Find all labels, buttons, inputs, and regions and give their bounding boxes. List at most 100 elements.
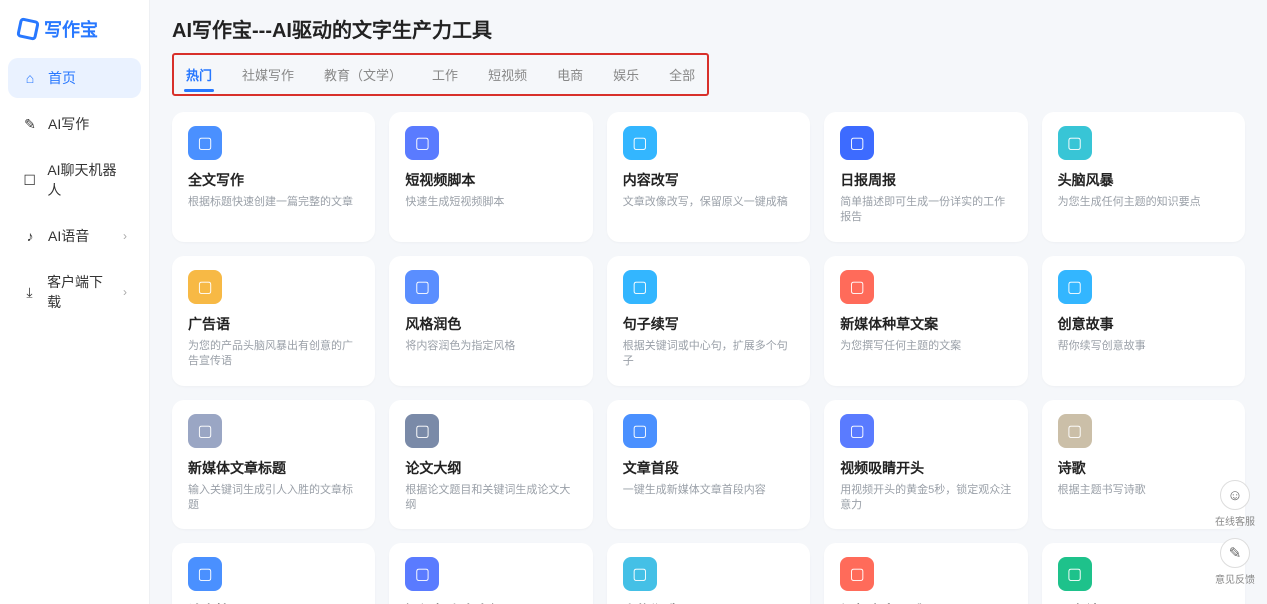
tab-3[interactable]: 工作 xyxy=(430,59,460,94)
sidebar-item-4[interactable]: ⤓客户端下载› xyxy=(8,262,141,322)
tool-card-1[interactable]: ▢ 短视频脚本快速生成短视频脚本 xyxy=(389,112,592,242)
headset-icon: ☺ xyxy=(1220,480,1250,510)
tool-card-12[interactable]: ▢文章首段一键生成新媒体文章首段内容 xyxy=(607,400,810,530)
card-title: 广告语 xyxy=(188,314,359,334)
sidebar-nav: ⌂ 首页 ✎ AI写作 ☐ AI聊天机器人 ♪ AI语音 › ⤓ 客户端下载 › xyxy=(8,58,141,322)
tool-card-16[interactable]: ▢短视频脚本大纲生成VLOG、口播稿等短视频的拍摄大纲 xyxy=(389,543,592,604)
tab-6[interactable]: 娱乐 xyxy=(611,59,641,94)
tool-card-8[interactable]: ▢ 新媒体种草文案为您撰写任何主题的文案 xyxy=(824,256,1027,386)
card-desc: 文章改像改写，保留原义一键成稿 xyxy=(623,195,794,210)
tab-1[interactable]: 社媒写作 xyxy=(240,59,296,94)
sidebar-item-2[interactable]: ☐ AI聊天机器人 xyxy=(8,150,141,210)
customer-service-button[interactable]: ☺ 在线客服 xyxy=(1215,480,1255,528)
card-title: 全文写作 xyxy=(188,170,359,190)
tab-5[interactable]: 电商 xyxy=(555,59,585,94)
card-title: 日报周报 xyxy=(840,170,1011,190)
logo-mark-icon xyxy=(16,17,40,41)
download-icon: ⤓ xyxy=(22,284,37,300)
card-title: 短视频脚本 xyxy=(405,170,576,190)
sidebar-item-label: AI写作 xyxy=(48,114,89,134)
card-desc: 为您的产品头脑风暴出有创意的广告宣传语 xyxy=(188,339,359,370)
tool-card-4[interactable]: ▢ 头脑风暴为您生成任何主题的知识要点 xyxy=(1042,112,1245,242)
card-title: 风格润色 xyxy=(405,314,576,334)
feedback-button[interactable]: ✎ 意见反馈 xyxy=(1215,538,1255,586)
sidebar-item-label: 首页 xyxy=(48,68,76,88)
tool-card-5[interactable]: ▢ 广告语为您的产品头脑风暴出有创意的广告宣传语 xyxy=(172,256,375,386)
style-icon: ▢ xyxy=(405,270,439,304)
card-grid: ▢ 全文写作根据标题快速创建一篇完整的文章 ▢ 短视频脚本快速生成短视频脚本 ▢ 内容改写… xyxy=(172,112,1245,604)
report-icon: ▢ xyxy=(840,126,874,160)
home-icon: ⌂ xyxy=(22,70,38,86)
card-title: 文章首段 xyxy=(623,458,794,478)
card-title: 头脑风暴 xyxy=(1058,170,1229,190)
page-title: AI写作宝---AI驱动的文字生产力工具 xyxy=(172,14,1245,43)
card-desc: 根据主题书写诗歌 xyxy=(1058,483,1229,498)
name-icon: ▢ xyxy=(1058,557,1092,591)
document-icon: ▢ xyxy=(188,126,222,160)
sidebar-item-label: AI语音 xyxy=(48,226,89,246)
tool-card-2[interactable]: ▢ 内容改写文章改像改写，保留原义一键成稿 xyxy=(607,112,810,242)
tool-card-17[interactable]: ▢人物塑造为作故事中的角色塑造一个丰满的人物形象 xyxy=(607,543,810,604)
rewrite-icon: ▢ xyxy=(623,126,657,160)
brand-logo: 写作宝 xyxy=(8,8,141,58)
card-desc: 将内容润色为指定风格 xyxy=(405,339,576,354)
play-icon: ▢ xyxy=(405,126,439,160)
voice-icon: ♪ xyxy=(22,228,38,244)
tool-card-7[interactable]: ▢ 句子续写根据关键词或中心句，扩展多个句子 xyxy=(607,256,810,386)
tool-card-15[interactable]: ▢论文摘要根据论文题目和关键词生成论文摘要 xyxy=(172,543,375,604)
pencil-icon: ✎ xyxy=(22,116,38,132)
tab-4[interactable]: 短视频 xyxy=(486,59,529,94)
hook-icon: ▢ xyxy=(840,414,874,448)
tool-card-10[interactable]: ▢新媒体文章标题输入关键词生成引人入胜的文章标题 xyxy=(172,400,375,530)
service-label: 在线客服 xyxy=(1215,513,1255,528)
continue-icon: ▢ xyxy=(623,270,657,304)
tool-card-11[interactable]: ▢ 论文大纲根据论文题目和关键词生成论文大纲 xyxy=(389,400,592,530)
inspire-icon: ▢ xyxy=(840,557,874,591)
tab-2[interactable]: 教育（文学） xyxy=(322,59,404,94)
category-tabs: 热门社媒写作教育（文学） 工作短视频电商娱乐全部 xyxy=(172,53,709,96)
card-desc: 用视频开头的黄金5秒，锁定观众注意力 xyxy=(840,483,1011,514)
tool-card-18[interactable]: ▢视频内容灵感哪些点拍视频？让AI写作宝来提供灵感 xyxy=(824,543,1027,604)
main-content: AI写作宝---AI驱动的文字生产力工具 热门社媒写作教育（文学） 工作短视频电商… xyxy=(150,0,1267,604)
card-desc: 根据论文题目和关键词生成论文大纲 xyxy=(405,483,576,514)
card-desc: 根据关键词或中心句，扩展多个句子 xyxy=(623,339,794,370)
float-actions: ☺ 在线客服 ✎ 意见反馈 xyxy=(1215,480,1255,586)
card-desc: 为您撰写任何主题的文案 xyxy=(840,339,1011,354)
tab-7[interactable]: 全部 xyxy=(667,59,697,94)
sidebar-item-3[interactable]: ♪ AI语音 › xyxy=(8,216,141,256)
card-title: 内容改写 xyxy=(623,170,794,190)
card-title: 句子续写 xyxy=(623,314,794,334)
card-desc: 一键生成新媒体文章首段内容 xyxy=(623,483,794,498)
card-desc: 快速生成短视频脚本 xyxy=(405,195,576,210)
tool-card-0[interactable]: ▢ 全文写作根据标题快速创建一篇完整的文章 xyxy=(172,112,375,242)
card-title: 创意故事 xyxy=(1058,314,1229,334)
title-icon: ▢ xyxy=(188,414,222,448)
card-title: 论文大纲 xyxy=(405,458,576,478)
feedback-icon: ✎ xyxy=(1220,538,1250,568)
tab-0[interactable]: 热门 xyxy=(184,59,214,94)
brand-name: 写作宝 xyxy=(44,16,98,42)
sidebar-item-1[interactable]: ✎ AI写作 xyxy=(8,104,141,144)
outline-icon: ▢ xyxy=(405,414,439,448)
chevron-right-icon: › xyxy=(123,229,127,243)
card-title: 诗歌 xyxy=(1058,458,1229,478)
card-desc: 为您生成任何主题的知识要点 xyxy=(1058,195,1229,210)
person-icon: ▢ xyxy=(623,557,657,591)
ad-icon: ▢ xyxy=(188,270,222,304)
video-outline-icon: ▢ xyxy=(405,557,439,591)
sidebar-item-label: AI聊天机器人 xyxy=(47,160,127,200)
tool-card-9[interactable]: ▢创意故事帮你续写创意故事 xyxy=(1042,256,1245,386)
sidebar-item-0[interactable]: ⌂ 首页 xyxy=(8,58,141,98)
brainstorm-icon: ▢ xyxy=(1058,126,1092,160)
tool-card-3[interactable]: ▢日报周报简单描述即可生成一份详实的工作报告 xyxy=(824,112,1027,242)
poem-icon: ▢ xyxy=(1058,414,1092,448)
abstract-icon: ▢ xyxy=(188,557,222,591)
seed-icon: ▢ xyxy=(840,270,874,304)
chat-icon: ☐ xyxy=(22,172,37,188)
sidebar: 写作宝 ⌂ 首页 ✎ AI写作 ☐ AI聊天机器人 ♪ AI语音 › ⤓ 客户端下载 › xyxy=(0,0,150,604)
tool-card-13[interactable]: ▢视频吸睛开头用视频开头的黄金5秒，锁定观众注意力 xyxy=(824,400,1027,530)
card-desc: 根据标题快速创建一篇完整的文章 xyxy=(188,195,359,210)
card-title: 新媒体种草文案 xyxy=(840,314,1011,334)
tool-card-6[interactable]: ▢ 风格润色将内容润色为指定风格 xyxy=(389,256,592,386)
sidebar-item-label: 客户端下载 xyxy=(47,272,113,312)
